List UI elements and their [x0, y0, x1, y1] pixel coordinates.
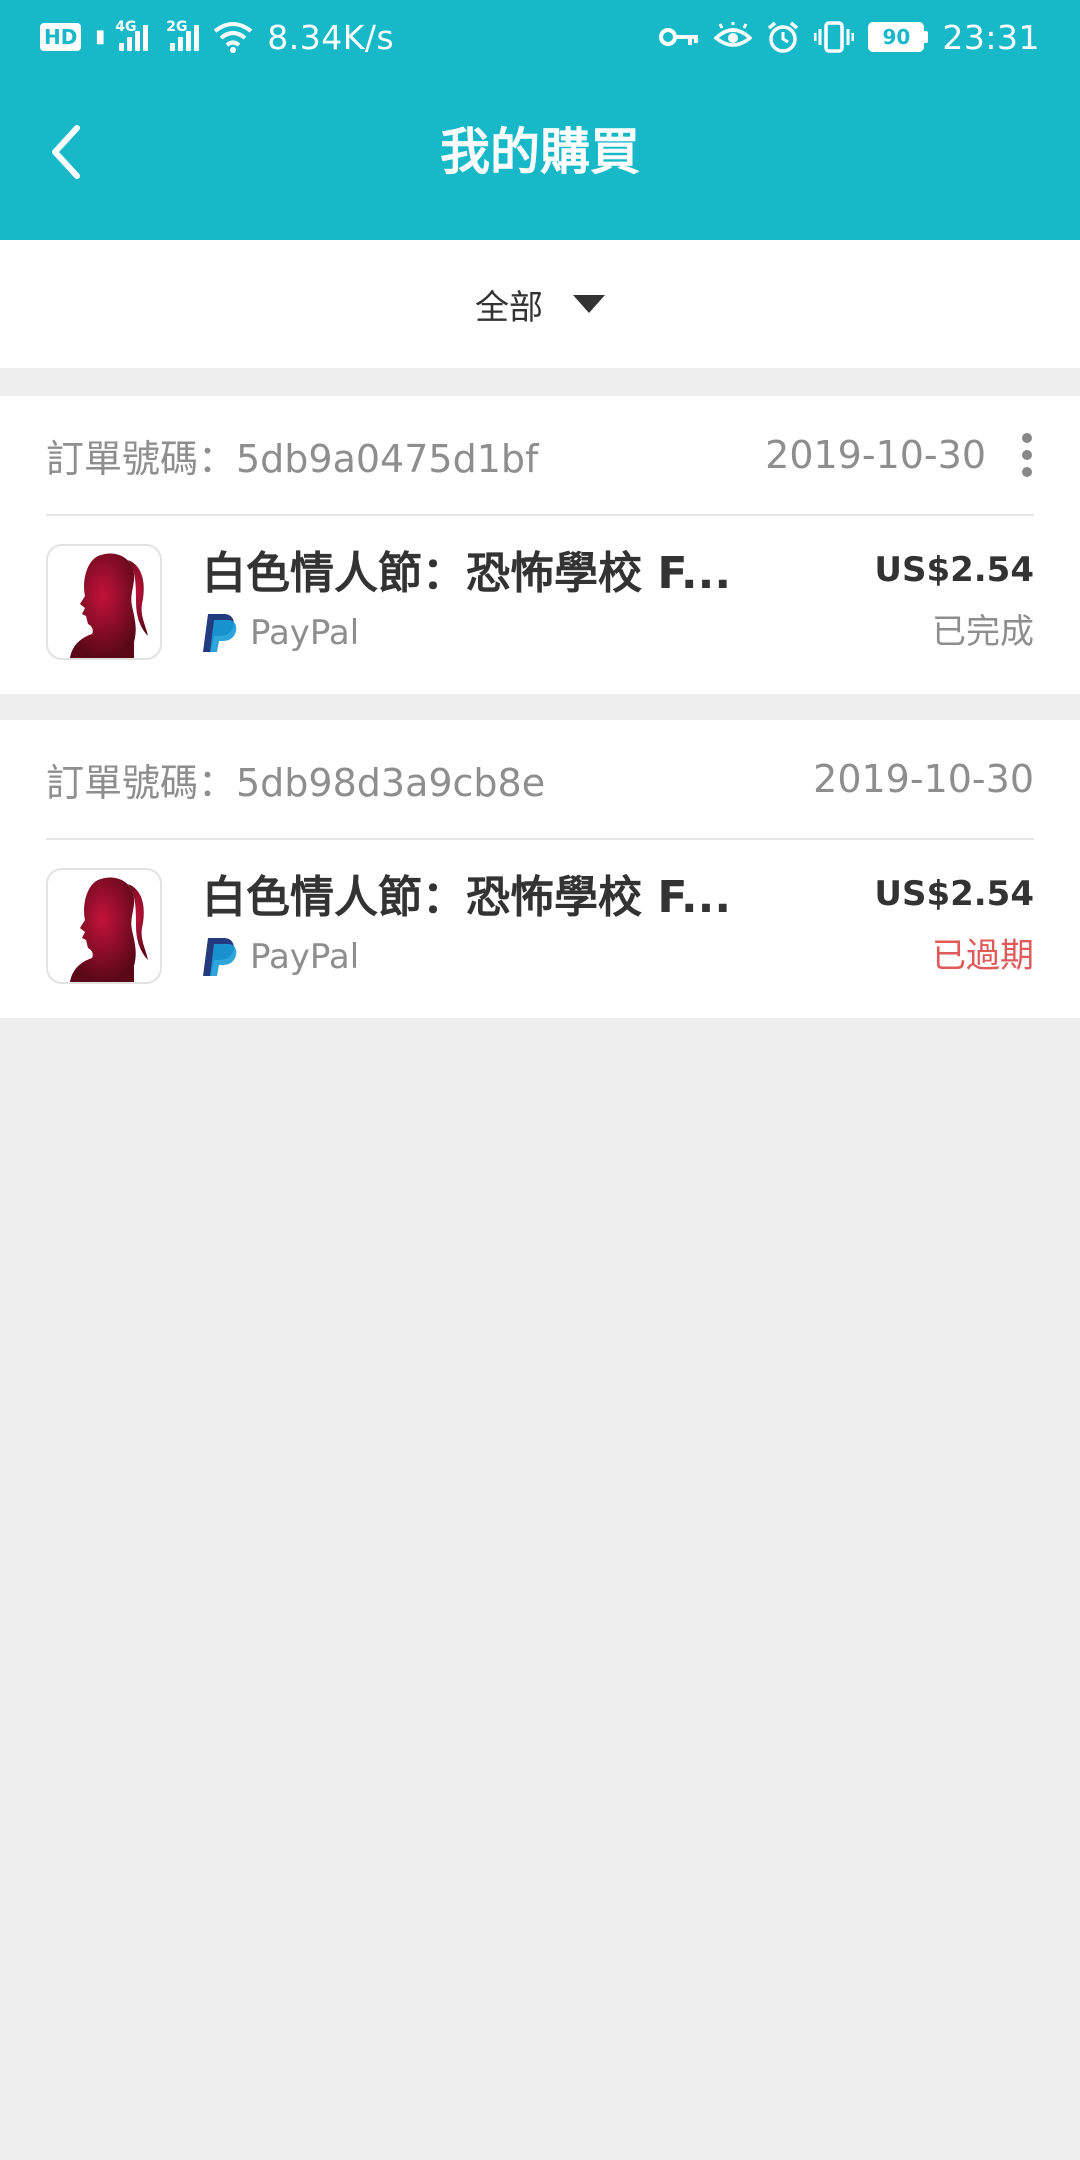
order-header: 訂單號碼：5db98d3a9cb8e 2019-10-30 [46, 720, 1034, 840]
status-bar-right: 90 23:31 [658, 18, 1040, 57]
item-title: 白色情人節：恐怖學校 F... [202, 872, 732, 923]
order-item[interactable]: 白色情人節：恐怖學校 F... PayPal US$2.54 已完成 [46, 516, 1034, 694]
game-thumbnail [46, 868, 162, 984]
vibrate-icon [814, 20, 855, 54]
battery-icon: 90 [868, 22, 929, 52]
clock: 23:31 [942, 17, 1040, 57]
payment-label: PayPal [250, 937, 360, 977]
order-number: 訂單號碼：5db9a0475d1bf [46, 436, 539, 481]
order-status: 已完成 [932, 612, 1034, 652]
order-status: 已過期 [932, 936, 1034, 976]
alarm-icon [766, 20, 800, 54]
app-bar: 我的購買 [0, 74, 1080, 240]
order-number: 訂單號碼：5db98d3a9cb8e [46, 760, 546, 805]
page-title: 我的購買 [440, 123, 640, 181]
network-type-1: 4G [115, 19, 137, 35]
signal-4g-icon: 4G [115, 19, 149, 51]
caret-down-icon [573, 295, 605, 313]
order-date: 2019-10-30 [813, 757, 1034, 801]
sim-slot-icon: ▮ [95, 26, 106, 47]
payment-method: PayPal [202, 612, 359, 654]
status-bar: HD ▮ 4G 2G 8.34K/s 90 23:31 [0, 0, 1080, 74]
order-card[interactable]: 訂單號碼：5db9a0475d1bf 2019-10-30 白色情人節：恐怖學校… [0, 396, 1080, 694]
order-card[interactable]: 訂單號碼：5db98d3a9cb8e 2019-10-30 白色情人節：恐怖學校… [0, 720, 1080, 1018]
item-price: US$2.54 [874, 874, 1034, 914]
status-bar-left: HD ▮ 4G 2G 8.34K/s [40, 18, 394, 57]
eye-comfort-icon [714, 22, 753, 52]
order-header: 訂單號碼：5db9a0475d1bf 2019-10-30 [46, 396, 1034, 516]
network-speed: 8.34K/s [267, 17, 395, 57]
filter-dropdown[interactable]: 全部 [475, 280, 605, 329]
item-price: US$2.54 [874, 550, 1034, 590]
paypal-icon [203, 938, 237, 976]
filter-selected-label: 全部 [475, 287, 543, 328]
battery-level: 90 [882, 25, 911, 49]
hd-badge: HD [40, 23, 82, 51]
game-thumbnail [46, 544, 162, 660]
more-options-button[interactable] [1020, 433, 1034, 477]
network-type-2: 2G [166, 19, 188, 35]
item-title: 白色情人節：恐怖學校 F... [202, 548, 732, 599]
key-icon [658, 25, 700, 49]
payment-label: PayPal [250, 613, 360, 653]
payment-method: PayPal [202, 936, 359, 978]
paypal-icon [203, 614, 237, 652]
filter-bar: 全部 [0, 240, 1080, 368]
wifi-icon [213, 21, 253, 53]
signal-2g-icon: 2G [166, 19, 200, 51]
order-item[interactable]: 白色情人節：恐怖學校 F... PayPal US$2.54 已過期 [46, 840, 1034, 1018]
order-date: 2019-10-30 [765, 433, 986, 477]
